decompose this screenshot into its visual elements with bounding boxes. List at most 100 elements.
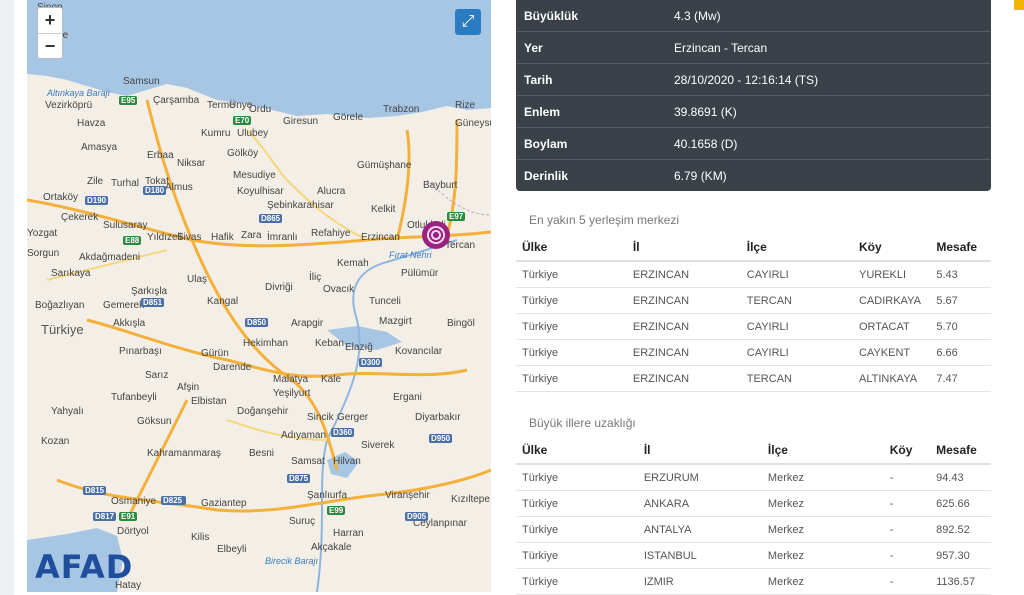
detail-row: Derinlik 6.79 (KM) xyxy=(516,159,991,191)
table-cell: ERZINCAN xyxy=(626,287,741,314)
detail-row: Boylam 40.1658 (D) xyxy=(516,127,991,159)
road-badge: D865 xyxy=(259,214,283,223)
table-cell: CADIRKAYA xyxy=(852,287,931,314)
road-badge: D950 xyxy=(429,434,453,443)
map-place-label: Görele xyxy=(333,112,364,123)
map-place-label: Divriği xyxy=(265,282,293,293)
table-cell: Türkiye xyxy=(516,261,627,288)
road-badge: D851 xyxy=(141,298,165,307)
table-cell: IZMIR xyxy=(637,568,762,595)
table-row: Türkiye ANKARA Merkez -625.66 xyxy=(516,490,991,517)
table-cell: 1136.57 xyxy=(930,568,991,595)
road-badge: D360 xyxy=(331,428,355,437)
table-header-row: Ülke İl İlçe Köy Mesafe xyxy=(516,437,991,465)
table-cell: 7.47 xyxy=(930,365,991,392)
map-place-label: Almus xyxy=(165,182,193,193)
detail-row: Büyüklük 4.3 (Mw) xyxy=(516,0,991,31)
table-cell: CAYIRLI xyxy=(740,339,853,366)
road-badge: E91 xyxy=(119,512,138,521)
map-place-label: Bingöl xyxy=(447,318,475,329)
table-cell: ERZINCAN xyxy=(626,313,741,340)
map-place-label: Şanlıurfa xyxy=(307,490,348,501)
map-place-label: Keban xyxy=(315,338,344,349)
column-header: İl xyxy=(626,234,741,262)
map-place-label: Kızıltepe xyxy=(451,494,490,505)
road-badge: D815 xyxy=(83,486,107,495)
table-row: Türkiye ERZINCAN TERCAN CADIRKAYA 5.67 xyxy=(516,287,991,314)
map-place-label: Niksar xyxy=(177,158,206,169)
map-place-label: Hilvan xyxy=(333,456,361,467)
table-cell: ORTACAT xyxy=(852,313,931,340)
road-badge: E99 xyxy=(327,506,346,515)
table-cell: Türkiye xyxy=(516,516,638,543)
table-cell: Türkiye xyxy=(516,490,638,517)
map-place-label: İliç xyxy=(309,272,322,283)
earthquake-epicenter-marker[interactable] xyxy=(422,221,450,249)
map-place-label: Hafik xyxy=(211,232,234,243)
map-place-label: Amasya xyxy=(81,142,118,153)
zoom-in-button[interactable]: + xyxy=(38,8,62,33)
map-place-label: Tunceli xyxy=(369,296,401,307)
road-badge: D875 xyxy=(287,474,311,483)
map-place-label: Kahramanmaraş xyxy=(147,448,221,459)
table-cell: ERZINCAN xyxy=(626,365,741,392)
map-place-label: Sarıkaya xyxy=(51,268,91,279)
map-place-label: Bayburt xyxy=(423,180,458,191)
map-place-label: Elbeyli xyxy=(217,544,247,555)
map-place-label: Akdağmadeni xyxy=(79,252,141,263)
scroll-indicator xyxy=(1014,0,1024,10)
zoom-control[interactable]: + − xyxy=(37,7,63,59)
map-place-label: Çekerek xyxy=(61,212,99,223)
map-place-label: Harran xyxy=(333,528,364,539)
map-place-label: Kale xyxy=(321,374,342,385)
detail-row: Enlem 39.8691 (K) xyxy=(516,95,991,127)
detail-row: Yer Erzincan - Tercan xyxy=(516,31,991,63)
map-place-label: Dörtyol xyxy=(117,526,149,537)
map-place-label: Samsun xyxy=(123,76,160,87)
table-cell: Merkez xyxy=(761,542,884,569)
map-place-label: Göksun xyxy=(137,416,172,427)
table-cell: Türkiye xyxy=(516,464,638,491)
map-place-label: Viranşehir xyxy=(385,490,430,501)
zoom-out-button[interactable]: − xyxy=(38,33,62,59)
column-header: Ülke xyxy=(516,437,638,465)
road-badge: E70 xyxy=(233,116,252,125)
table-cell: CAYKENT xyxy=(852,339,931,366)
table-cell: 5.70 xyxy=(930,313,991,340)
map-place-label: Gerger xyxy=(337,412,369,423)
detail-value: 39.8691 (K) xyxy=(674,104,737,119)
map-place-label: Kumru xyxy=(201,128,231,139)
map-place-label: Mazgirt xyxy=(379,316,412,327)
table-cell: ISTANBUL xyxy=(637,542,762,569)
map-place-label: Kozan xyxy=(41,436,70,447)
map-place-label: Diyarbakır xyxy=(415,412,461,423)
detail-key: Derinlik xyxy=(524,168,569,183)
page-left-margin xyxy=(0,0,14,595)
detail-key: Yer xyxy=(524,40,543,55)
road-badge: D817 xyxy=(93,512,117,521)
table-row: Türkiye ERZINCAN CAYIRLI ORTACAT 5.70 xyxy=(516,313,991,340)
map-place-label: Birecik Barajı xyxy=(265,556,319,566)
map-place-label: Ulubey xyxy=(237,128,269,139)
map-place-label: Kemah xyxy=(337,258,369,269)
road-badge: D190 xyxy=(85,196,109,205)
table-cell: ANKARA xyxy=(637,490,762,517)
map-place-label: Pülümür xyxy=(401,268,439,279)
detail-value: Erzincan - Tercan xyxy=(674,40,768,55)
map-place-label: Ordu xyxy=(249,104,272,115)
earthquake-map[interactable]: SinopGerzeSamsunAltınkaya BarajıVezirköp… xyxy=(27,0,491,592)
map-place-label: Gaziantep xyxy=(201,498,247,509)
city-distances-table: Ülke İl İlçe Köy Mesafe Türkiye ERZURUM Merkez -… xyxy=(516,437,991,595)
column-header: İlçe xyxy=(740,234,853,262)
detail-key: Büyüklük xyxy=(524,8,579,23)
fullscreen-icon[interactable]: ⤢ xyxy=(455,9,481,35)
map-place-label: Zile xyxy=(87,176,104,187)
table-row: Türkiye ERZINCAN CAYIRLI YUREKLI 5.43 xyxy=(516,261,991,288)
map-place-label: Hekimhan xyxy=(243,338,289,349)
table-cell: CAYIRLI xyxy=(740,313,853,340)
road-badge: E95 xyxy=(119,96,138,105)
map-place-label: Ulaş xyxy=(187,274,208,285)
map-place-label: Alucra xyxy=(317,186,346,197)
map-place-label: Türkiye xyxy=(41,322,84,337)
table-cell: - xyxy=(883,516,931,543)
